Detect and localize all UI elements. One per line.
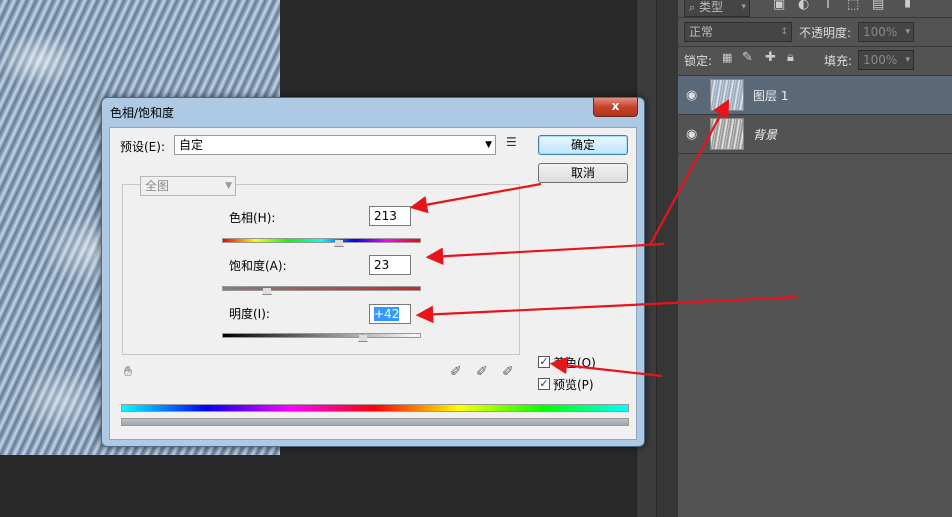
hue-label: 色相(H): — [229, 211, 276, 225]
saturation-value: 23 — [374, 258, 390, 272]
chevron-down-icon: ▾ — [905, 55, 910, 65]
channel-select[interactable]: 全图 ▼ — [140, 176, 236, 196]
lock-all-icon[interactable]: 🔒︎ — [787, 50, 794, 65]
lightness-slider-thumb[interactable] — [358, 334, 368, 342]
layers-panel: ⌕ 类型 ▾ ▣ ◐ T ⬚ ▤ ▮ 正常 ↕ 不透明度: 100% ▾ 锁定:… — [678, 0, 952, 517]
type-filter-icon[interactable]: T — [824, 0, 832, 12]
filter-toggle-icon[interactable]: ▮ — [904, 0, 911, 10]
channel-value: 全图 — [145, 179, 170, 193]
chevron-down-icon: ↕ — [780, 27, 788, 37]
colorize-label: 着色(O) — [553, 356, 596, 370]
saturation-slider-track[interactable] — [222, 286, 421, 291]
cancel-button[interactable]: 取消 — [538, 163, 628, 183]
ok-button[interactable]: 确定 — [538, 135, 628, 155]
chevron-down-icon: ▾ — [741, 2, 746, 12]
lightness-slider-track[interactable] — [222, 333, 421, 338]
blend-mode-value: 正常 — [689, 25, 714, 39]
search-icon: ⌕ — [689, 1, 696, 14]
lightness-input[interactable]: +42 — [369, 304, 411, 324]
eyedropper-minus-icon[interactable]: ✐ — [502, 364, 514, 380]
hue-value: 213 — [374, 209, 397, 223]
hand-adjust-icon[interactable]: ✋︎ — [124, 364, 132, 380]
fill-value: 100% — [863, 53, 898, 67]
eye-icon[interactable]: ◉ — [686, 88, 697, 103]
preview-checkbox[interactable]: ✓ — [538, 378, 550, 390]
hue-slider-thumb[interactable] — [334, 239, 344, 247]
opacity-value: 100% — [863, 25, 898, 39]
filter-label: 类型 — [699, 0, 724, 14]
pixel-filter-icon[interactable]: ▣ — [773, 0, 785, 12]
fill-field[interactable]: 100% ▾ — [858, 50, 914, 70]
shape-filter-icon[interactable]: ⬚ — [847, 0, 859, 12]
lock-position-icon[interactable]: ✚ — [765, 50, 776, 65]
chevron-down-icon: ▾ — [905, 27, 910, 37]
layer-thumbnail — [710, 79, 744, 111]
hue-slider-track[interactable] — [222, 238, 421, 243]
opacity-label: 不透明度: — [799, 26, 852, 40]
hue-saturation-dialog: 色相/饱和度 x 预设(E): 自定 ▼ ☰ 确定 取消 全图 ▼ 色相(H):… — [101, 97, 645, 447]
dialog-title: 色相/饱和度 — [110, 106, 175, 120]
layer-thumbnail — [710, 118, 744, 150]
adjustment-group — [122, 184, 520, 355]
source-spectrum-bar — [121, 404, 629, 412]
preset-value: 自定 — [179, 138, 204, 152]
blend-mode-select[interactable]: 正常 ↕ — [684, 22, 792, 42]
preview-label: 预览(P) — [553, 378, 594, 392]
layer-row-background[interactable]: ◉ 背景 — [678, 115, 952, 153]
lightness-label: 明度(I): — [229, 307, 270, 321]
chevron-down-icon: ▼ — [485, 140, 492, 150]
adjustment-filter-icon[interactable]: ◐ — [798, 0, 809, 12]
close-icon: x — [611, 99, 620, 113]
preset-select[interactable]: 自定 ▼ — [174, 135, 496, 155]
layer-filter-select[interactable]: ⌕ 类型 ▾ — [684, 0, 750, 17]
colorize-checkbox[interactable]: ✓ — [538, 356, 550, 368]
saturation-slider-thumb[interactable] — [262, 287, 272, 295]
hue-input[interactable]: 213 — [369, 206, 411, 226]
dialog-body: 预设(E): 自定 ▼ ☰ 确定 取消 全图 ▼ 色相(H): 213 饱和度(… — [109, 127, 637, 440]
smart-object-filter-icon[interactable]: ▤ — [872, 0, 884, 12]
chevron-down-icon: ▼ — [225, 181, 232, 191]
close-button[interactable]: x — [593, 98, 638, 117]
lightness-value: +42 — [374, 307, 400, 321]
dialog-titlebar[interactable]: 色相/饱和度 x — [102, 98, 644, 126]
ok-label: 确定 — [570, 138, 595, 152]
opacity-field[interactable]: 100% ▾ — [858, 22, 914, 42]
result-spectrum-bar — [121, 418, 629, 426]
preset-options-icon[interactable]: ☰ — [506, 135, 517, 149]
layer-name: 背景 — [753, 128, 778, 142]
lock-transparency-icon[interactable]: ▦ — [722, 51, 732, 64]
saturation-label: 饱和度(A): — [229, 259, 287, 273]
lock-label: 锁定: — [684, 54, 713, 68]
layer-name: 图层 1 — [753, 89, 789, 103]
eye-icon[interactable]: ◉ — [686, 127, 697, 142]
lock-paint-icon[interactable]: ✎ — [742, 50, 753, 65]
layer-row-layer1[interactable]: ◉ 图层 1 — [678, 76, 952, 114]
eyedropper-icon[interactable]: ✐ — [450, 364, 462, 380]
saturation-input[interactable]: 23 — [369, 255, 411, 275]
fill-label: 填充: — [824, 54, 853, 68]
preset-label: 预设(E): — [120, 140, 165, 154]
cancel-label: 取消 — [570, 166, 595, 180]
eyedropper-plus-icon[interactable]: ✐ — [476, 364, 488, 380]
